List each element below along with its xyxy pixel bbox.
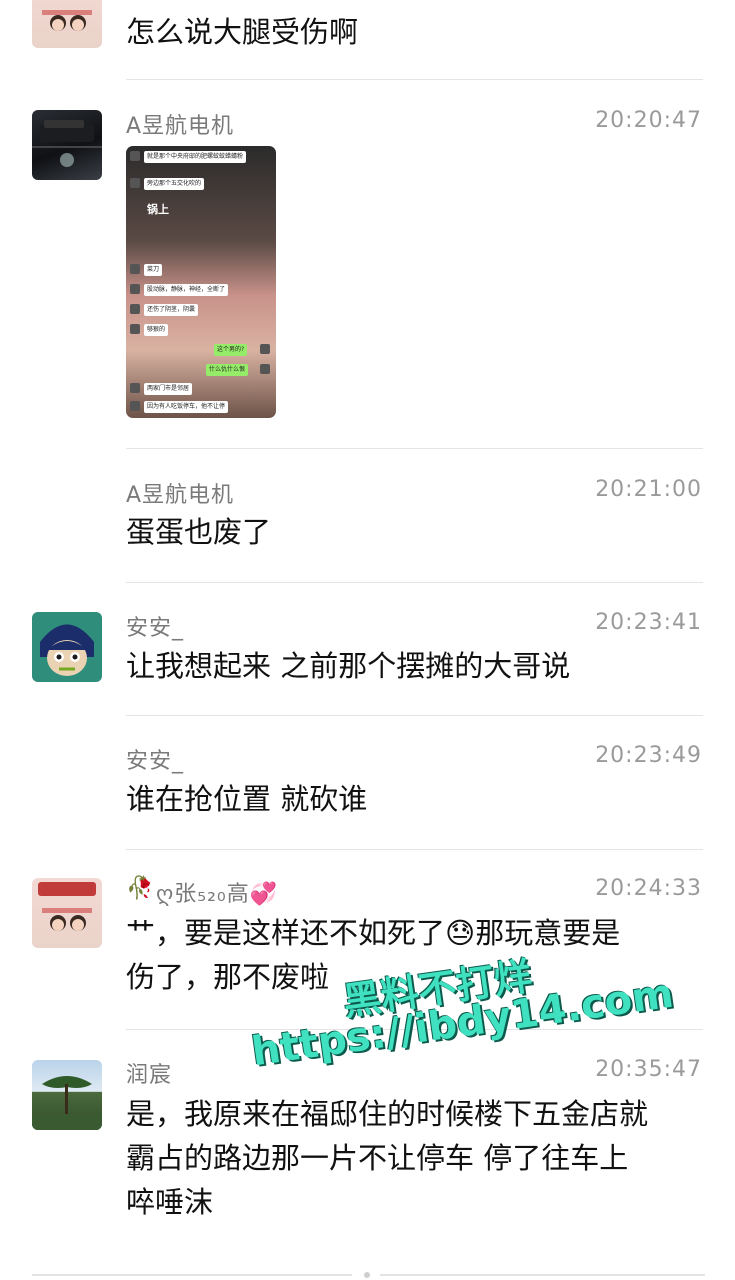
- chat-screenshot-image[interactable]: 就是那个中央府邸的肥螺蚊蚊蜡蜻粉 旁边那个五交化吹的 锅上 菜刀 股动脉，静脉，…: [126, 146, 276, 418]
- avatar: [130, 178, 140, 188]
- avatar: [260, 344, 270, 354]
- bubble: 旁边那个五交化吹的: [144, 178, 205, 190]
- avatar: [130, 324, 140, 334]
- sender-name: 润宸: [126, 1063, 173, 1088]
- message-text: 是，我原来在福邸住的时候楼下五金店就 霸占的路边那一片不让停车 停了往车上 啐唾…: [126, 1092, 711, 1224]
- rose-icon: 🥀: [126, 876, 154, 901]
- timestamp: 20:21:00: [595, 477, 702, 502]
- divider: [126, 582, 703, 583]
- divider: [126, 79, 703, 80]
- sender-name: ღ张₅₂₀高💞: [156, 882, 279, 907]
- timestamp: 20:23:49: [595, 743, 702, 768]
- bottom-divider-left: [32, 1274, 352, 1276]
- bubble: 这个男的?: [214, 344, 248, 356]
- message-text: 让我想起来 之前那个摆摊的大哥说: [126, 649, 571, 683]
- message-line: 是，我原来在福邸住的时候楼下五金店就: [126, 1097, 649, 1131]
- sender-name: 安安_: [126, 749, 185, 774]
- bubble: 锅上: [147, 203, 169, 216]
- timestamp: 20:20:47: [595, 108, 702, 133]
- timestamp: 20:24:33: [595, 876, 702, 901]
- avatar: [130, 151, 140, 161]
- avatar[interactable]: [32, 0, 102, 48]
- bubble: 够狠的: [144, 324, 169, 336]
- message-line: 啐唾沫: [126, 1185, 214, 1219]
- bubble: 还伤了阴茎，阴囊: [144, 304, 199, 316]
- bubble: 两家门市是邻居: [144, 383, 193, 395]
- divider: [126, 849, 703, 850]
- timestamp: 20:35:47: [595, 1057, 702, 1082]
- message-text-part: 艹，要是这样还不如死了: [126, 916, 446, 950]
- avatar: [130, 304, 140, 314]
- avatar[interactable]: [32, 110, 102, 180]
- message-line: 霸占的路边那一片不让停车 停了往车上: [126, 1141, 629, 1175]
- avatar: [130, 383, 140, 393]
- message-text: 谁在抢位置 就砍谁: [126, 782, 368, 816]
- bubble: 因为有人吃饭停车，他不让停: [144, 401, 229, 413]
- timestamp: 20:23:41: [595, 610, 702, 635]
- sender-name: 安安_: [126, 616, 185, 641]
- sweat-emoji-icon: 😓: [445, 916, 476, 950]
- message-text-part: 那玩意要是: [475, 916, 621, 950]
- bubble: 什么仇什么恨: [206, 364, 249, 376]
- avatar: [260, 364, 270, 374]
- message-text: 怎么说大腿受伤啊: [126, 15, 359, 49]
- message-text: 蛋蛋也废了: [126, 515, 272, 549]
- divider: [126, 715, 703, 716]
- avatar[interactable]: [32, 1060, 102, 1130]
- sender-name: A昱航电机: [126, 114, 235, 139]
- avatar: [130, 264, 140, 274]
- bubble: 就是那个中央府邸的肥螺蚊蚊蜡蜻粉: [144, 151, 247, 163]
- bubble: 菜刀: [144, 264, 163, 276]
- sender-name: A昱航电机: [126, 483, 235, 508]
- avatar: [130, 401, 140, 411]
- bubble: 股动脉，静脉，神经，全断了: [144, 284, 229, 296]
- avatar[interactable]: [32, 878, 102, 948]
- message-text-part: 伤了，那不废啦: [126, 960, 330, 994]
- avatar[interactable]: [32, 612, 102, 682]
- bottom-dot: [364, 1272, 370, 1278]
- avatar: [130, 284, 140, 294]
- bottom-divider-right: [380, 1274, 705, 1276]
- divider: [126, 448, 703, 449]
